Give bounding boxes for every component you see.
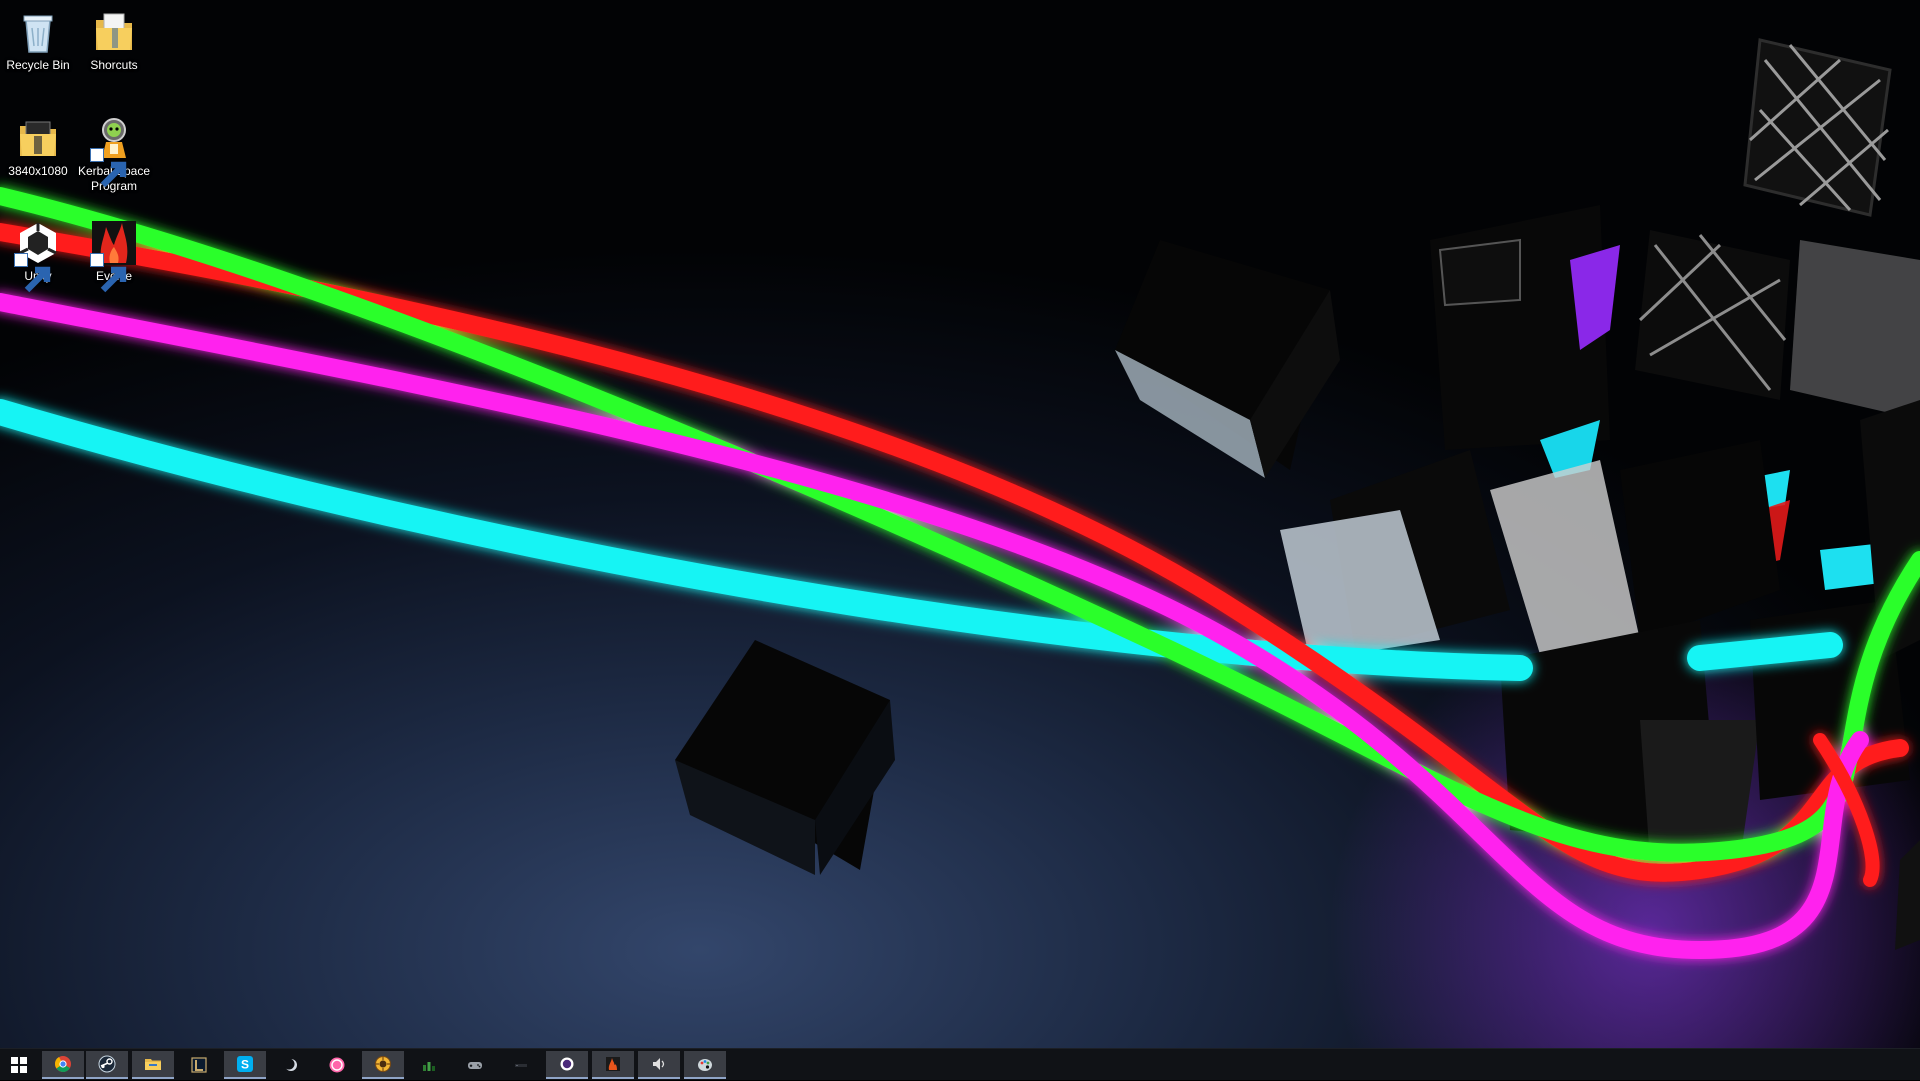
taskbar-skype-button[interactable]: S <box>224 1051 266 1079</box>
moon-app-icon <box>283 1058 297 1071</box>
skype-icon: S <box>237 1056 253 1072</box>
file-explorer-icon <box>145 1059 161 1070</box>
taskbar-moon-app-button[interactable] <box>270 1051 312 1079</box>
shortcut-arrow-icon <box>14 253 51 293</box>
console-icon <box>515 1064 527 1067</box>
taskbar-green-bars-button[interactable] <box>408 1051 450 1079</box>
speaker-app-icon <box>653 1058 665 1070</box>
folder-icon <box>20 121 56 156</box>
taskbar: S <box>0 1048 1920 1080</box>
desktop-icon-evolve[interactable]: Evolve <box>76 215 152 293</box>
taskbar-osu-button[interactable] <box>316 1051 358 1079</box>
shortcut-arrow-icon <box>90 253 127 293</box>
taskbar-hearthstone-button[interactable] <box>362 1051 404 1079</box>
steam-icon <box>98 1055 116 1073</box>
desktop[interactable]: Recycle Bin Shorcuts 3840x1080 Kerbal Sp… <box>0 0 1920 1048</box>
shortcut-arrow-icon <box>90 148 127 188</box>
taskbar-speaker-app-button[interactable] <box>638 1051 680 1079</box>
flame-app-icon <box>606 1057 620 1071</box>
desktop-icon-shorcuts[interactable]: Shorcuts <box>76 4 152 73</box>
desktop-icon-label: 3840x1080 <box>8 164 68 178</box>
desktop-icon-label: Shorcuts <box>90 58 138 72</box>
floating-cube-lower <box>675 640 895 875</box>
taskbar-file-explorer-button[interactable] <box>132 1051 174 1079</box>
desktop-icon-kerbal-space-program[interactable]: Kerbal Space Program <box>76 110 152 194</box>
windows-logo-icon <box>11 1057 27 1073</box>
start-button[interactable] <box>0 1049 38 1081</box>
paint-app-icon <box>698 1059 712 1071</box>
desktop-icon-recycle-bin[interactable]: Recycle Bin <box>0 4 76 73</box>
hearthstone-icon <box>375 1056 391 1072</box>
osu-icon <box>329 1057 345 1073</box>
taskbar-league-of-legends-button[interactable] <box>178 1051 220 1079</box>
taskbar-flame-app-button[interactable] <box>592 1051 634 1079</box>
desktop-icon-unity[interactable]: Unity <box>0 215 76 293</box>
green-bars-icon <box>423 1062 435 1071</box>
taskbar-steam-button[interactable] <box>86 1051 128 1079</box>
chrome-icon <box>54 1056 71 1072</box>
desktop-icon-label: Recycle Bin <box>6 58 70 72</box>
desktop-icon-3840x1080[interactable]: 3840x1080 <box>0 110 76 179</box>
floating-cube-upper <box>1115 240 1340 478</box>
gamepad-icon <box>468 1062 482 1069</box>
wallpaper-neon-cubes <box>0 38 1920 1048</box>
taskbar-circle-app-button[interactable] <box>546 1051 588 1079</box>
taskbar-chrome-button[interactable] <box>42 1051 84 1079</box>
svg-text:S: S <box>241 1058 249 1072</box>
circle-app-icon <box>560 1057 574 1071</box>
taskbar-gamepad-button[interactable] <box>454 1051 496 1079</box>
recycle-bin-icon <box>23 15 53 53</box>
folder-icon <box>96 13 132 50</box>
taskbar-paint-app-button[interactable] <box>684 1051 726 1079</box>
league-of-legends-icon <box>191 1057 207 1073</box>
taskbar-console-button[interactable] <box>500 1051 542 1079</box>
